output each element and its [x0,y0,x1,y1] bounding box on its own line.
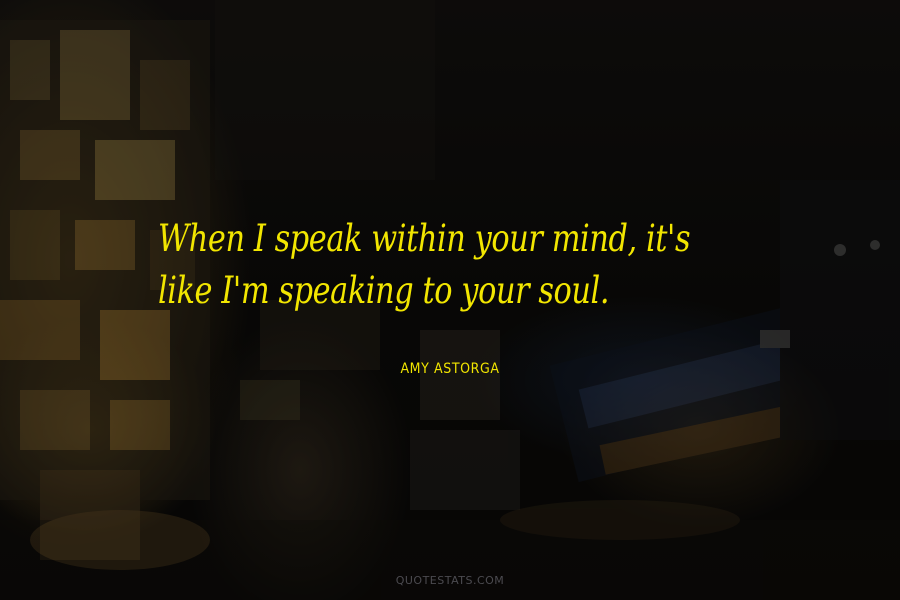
site-watermark: QUOTESTATS.COM [395,574,505,587]
quote-card: When I speak within your mind, it's like… [0,0,900,600]
quote-author: AMY ASTORGA [400,361,500,377]
quote-line: When I speak within your mind, it's [158,217,691,260]
quote-line: like I'm speaking to your soul. [158,269,610,312]
quote-text: When I speak within your mind, it's like… [158,213,691,317]
